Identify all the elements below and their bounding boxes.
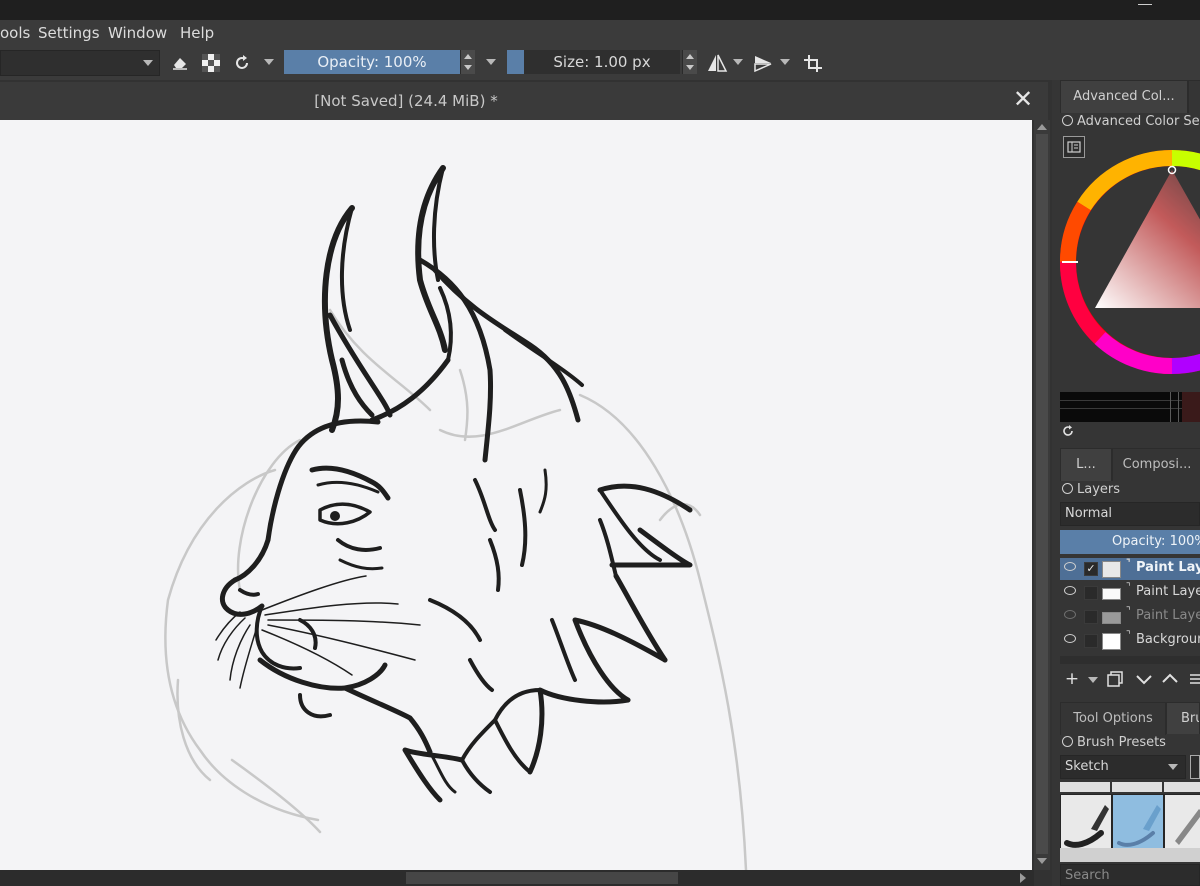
- layer-row[interactable]: ⌝ Paint Layer: [1060, 606, 1200, 628]
- tab-advanced-color[interactable]: Advanced Col...: [1060, 80, 1188, 113]
- lock-icon[interactable]: [1062, 736, 1073, 747]
- chevron-down-icon[interactable]: [780, 59, 790, 65]
- layers-list-gap: [1060, 656, 1200, 664]
- chevron-down-icon[interactable]: [264, 59, 274, 65]
- tab-brush-presets[interactable]: Bru: [1166, 702, 1200, 734]
- color-panel-title: Advanced Color Sele: [1077, 114, 1200, 129]
- layer-checkbox[interactable]: ✓: [1084, 562, 1098, 576]
- color-wheel[interactable]: [1060, 148, 1200, 376]
- layer-opacity-slider[interactable]: Opacity: 100%: [1060, 530, 1200, 554]
- layer-checkbox[interactable]: [1084, 634, 1098, 648]
- brush-view-icon[interactable]: [1190, 755, 1200, 779]
- lynx-sketch: [164, 165, 748, 870]
- mirror-vertical-icon[interactable]: [752, 52, 774, 74]
- layer-thumbnail: [1102, 612, 1121, 624]
- layers-panel-header: Layers: [1062, 482, 1120, 497]
- layer-name: Background: [1136, 632, 1200, 647]
- menu-window[interactable]: Window: [108, 24, 167, 42]
- chevron-down-icon[interactable]: [1088, 677, 1098, 683]
- visibility-icon[interactable]: [1064, 562, 1076, 571]
- visibility-icon[interactable]: [1064, 634, 1076, 643]
- tab-layers[interactable]: L...: [1060, 448, 1112, 481]
- tab-compositions[interactable]: Composi...: [1112, 448, 1200, 481]
- alpha-lock-icon[interactable]: [202, 54, 220, 72]
- color-history-strip[interactable]: [1060, 392, 1200, 422]
- layer-thumbnail: [1102, 588, 1121, 600]
- menu-help[interactable]: Help: [180, 24, 214, 42]
- layer-thumbnail: [1102, 633, 1121, 650]
- lock-icon[interactable]: [1062, 115, 1073, 126]
- inherit-alpha-icon: ⌝: [1126, 558, 1131, 569]
- chevron-down-icon: [1168, 764, 1178, 770]
- menubar: ools Settings Window Help: [0, 20, 1200, 46]
- refresh-icon[interactable]: [1061, 424, 1075, 438]
- layer-name: Paint Layer: [1136, 560, 1200, 575]
- layer-properties-icon[interactable]: [1188, 670, 1200, 688]
- chevron-down-icon: [143, 60, 153, 66]
- brush-preset-row: [1060, 848, 1200, 862]
- layers-panel-title: Layers: [1077, 482, 1121, 497]
- vertical-scrollbar[interactable]: [1034, 120, 1050, 870]
- layer-row[interactable]: ⌝ Paint Layer: [1060, 582, 1200, 604]
- lock-icon[interactable]: [1062, 483, 1073, 494]
- add-layer-icon[interactable]: +: [1062, 668, 1082, 690]
- inherit-alpha-icon: ⌝: [1126, 582, 1131, 593]
- opacity-slider[interactable]: Opacity: 100%: [284, 50, 460, 74]
- layer-name: Paint Layer: [1136, 584, 1200, 599]
- blend-mode-select[interactable]: Normal: [1060, 502, 1200, 526]
- layer-checkbox[interactable]: [1084, 586, 1098, 600]
- move-layer-up-icon[interactable]: [1160, 670, 1180, 688]
- menu-settings[interactable]: Settings: [38, 24, 100, 42]
- horizontal-scrollbar[interactable]: [0, 870, 1034, 886]
- eraser-icon[interactable]: [168, 46, 192, 78]
- opacity-stepper[interactable]: [460, 50, 475, 74]
- duplicate-layer-icon[interactable]: [1106, 670, 1124, 688]
- color-panel-header: Advanced Color Sele: [1062, 114, 1200, 129]
- scroll-right-icon[interactable]: [1020, 873, 1026, 883]
- layer-row[interactable]: ✓ ⌝ Paint Layer: [1060, 558, 1200, 580]
- drawing-canvas[interactable]: [0, 120, 1032, 870]
- chevron-down-icon[interactable]: [486, 59, 496, 65]
- inherit-alpha-icon: ⌝: [1126, 630, 1131, 641]
- close-icon[interactable]: ✕: [1012, 87, 1034, 111]
- brush-panel-title: Brush Presets: [1077, 735, 1166, 750]
- brush-panel-header: Brush Presets: [1062, 735, 1166, 750]
- mirror-horizontal-icon[interactable]: [706, 52, 728, 74]
- size-slider-fill: [507, 50, 524, 74]
- layer-name: Paint Layer: [1136, 608, 1200, 623]
- scroll-up-icon[interactable]: [1037, 124, 1047, 130]
- visibility-icon[interactable]: [1064, 586, 1076, 595]
- layer-checkbox[interactable]: [1084, 610, 1098, 624]
- minimize-icon[interactable]: [1138, 4, 1152, 5]
- size-slider[interactable]: Size: 1.00 px: [524, 50, 680, 74]
- tab-tool-options[interactable]: Tool Options: [1060, 702, 1166, 735]
- tab-extra[interactable]: [1188, 80, 1200, 113]
- brush-preset-row: [1164, 782, 1200, 792]
- brush-preset-row: [1112, 782, 1162, 792]
- size-stepper[interactable]: [682, 50, 697, 74]
- brush-search-input[interactable]: Search: [1060, 864, 1200, 886]
- reload-preset-icon[interactable]: [232, 53, 252, 73]
- inherit-alpha-icon: ⌝: [1126, 606, 1131, 617]
- document-title: [Not Saved] (24.4 MiB) *: [314, 92, 498, 110]
- chevron-down-icon[interactable]: [733, 59, 743, 65]
- visibility-off-icon[interactable]: [1064, 610, 1076, 619]
- layer-thumbnail: [1102, 561, 1121, 578]
- scroll-down-icon[interactable]: [1037, 858, 1047, 864]
- move-layer-down-icon[interactable]: [1134, 670, 1154, 688]
- brush-preset-row: [1060, 782, 1110, 792]
- menu-tools[interactable]: ools: [0, 24, 30, 42]
- blend-mode-combo[interactable]: [0, 50, 160, 76]
- wrap-around-icon[interactable]: [802, 52, 824, 74]
- layer-opacity-label: Opacity: 100%: [1112, 534, 1200, 549]
- layer-row[interactable]: ⌝ Background: [1060, 630, 1200, 652]
- window-titlebar: [0, 0, 1200, 20]
